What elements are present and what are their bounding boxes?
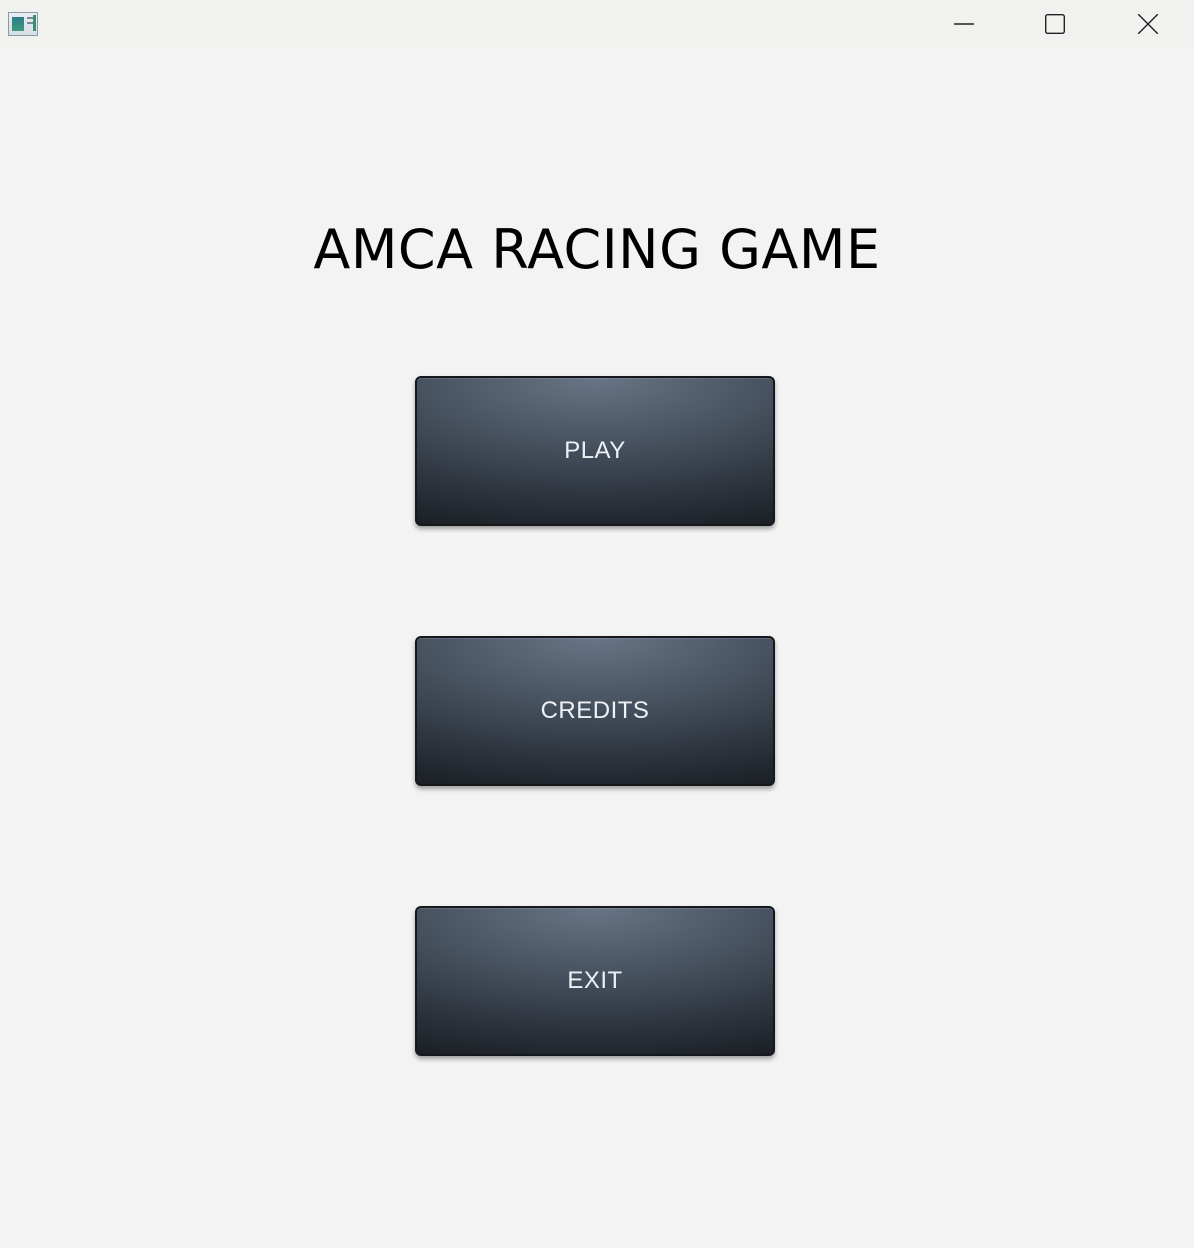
close-button[interactable] (1125, 0, 1171, 48)
game-window: AMCA RACING GAME PLAY CREDITS EXIT (0, 0, 1194, 1248)
app-icon (8, 12, 38, 36)
close-icon (1138, 14, 1158, 34)
exit-button[interactable]: EXIT (415, 906, 775, 1056)
maximize-button[interactable] (1032, 0, 1078, 48)
game-title: AMCA RACING GAME (313, 218, 881, 281)
minimize-icon (954, 23, 974, 25)
play-button[interactable]: PLAY (415, 376, 775, 526)
title-bar[interactable] (0, 0, 1194, 48)
maximize-icon (1045, 14, 1065, 34)
minimize-button[interactable] (941, 0, 987, 48)
credits-button[interactable]: CREDITS (415, 636, 775, 786)
